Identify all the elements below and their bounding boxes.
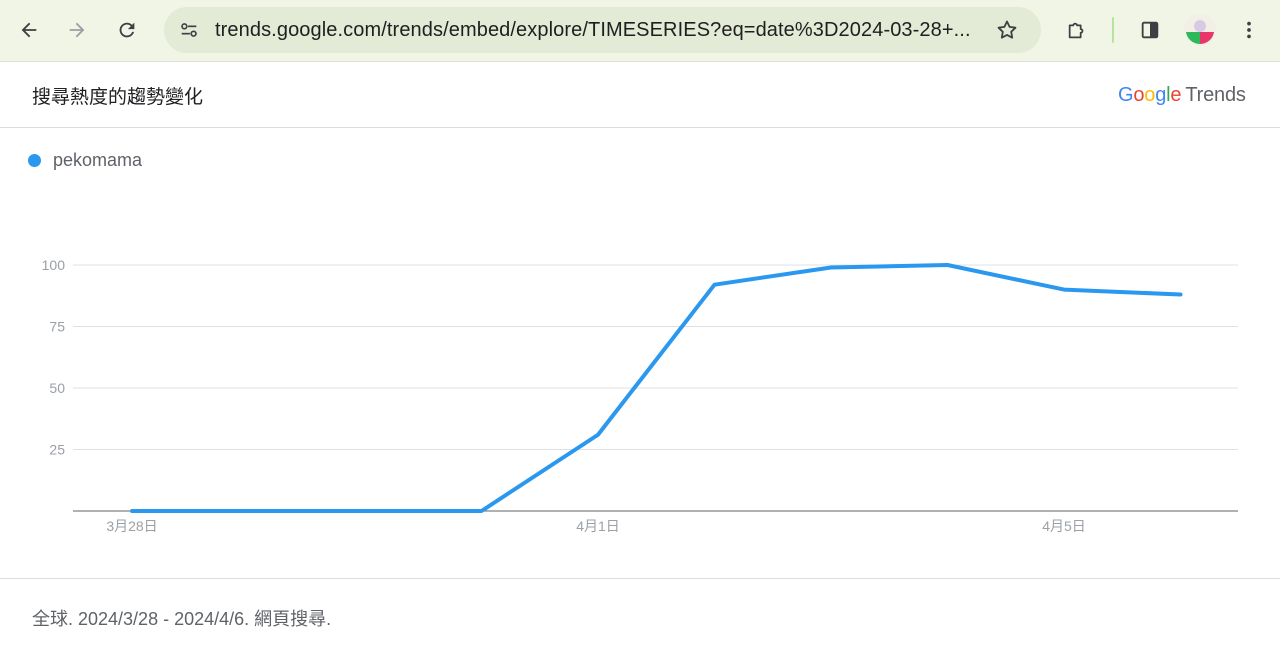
y-tick-label: 100 xyxy=(42,257,66,273)
url-text[interactable]: trends.google.com/trends/embed/explore/T… xyxy=(215,19,985,41)
address-bar[interactable]: trends.google.com/trends/embed/explore/T… xyxy=(164,7,1041,53)
browser-menu-button[interactable] xyxy=(1232,13,1266,47)
trends-wordmark: Trends xyxy=(1185,84,1246,106)
reload-button[interactable] xyxy=(110,13,144,47)
puzzle-icon xyxy=(1068,22,1084,39)
forward-button[interactable] xyxy=(60,13,94,47)
widget-footer: 全球. 2024/3/28 - 2024/4/6. 網頁搜尋. xyxy=(0,578,1280,650)
y-tick-label: 50 xyxy=(49,380,65,396)
widget-title: 搜尋熱度的趨勢變化 xyxy=(32,87,204,108)
profile-avatar[interactable] xyxy=(1184,14,1216,46)
google-trends-logo[interactable]: Google Trends xyxy=(1118,84,1246,107)
side-panel-icon xyxy=(1141,21,1159,39)
back-arrow-icon xyxy=(21,22,37,38)
more-vert-icon xyxy=(1247,21,1251,39)
y-tick-label: 25 xyxy=(49,442,65,458)
footer-description: 全球. 2024/3/28 - 2024/4/6. 網頁搜尋. xyxy=(32,609,332,629)
site-info-button[interactable] xyxy=(172,13,206,47)
back-button[interactable] xyxy=(12,13,46,47)
x-tick-label: 3月28日 xyxy=(106,518,157,534)
interest-over-time-chart[interactable]: 25 50 75 100 3月28日 4月1日 4月5日 xyxy=(0,230,1280,550)
google-wordmark: Google xyxy=(1118,84,1182,106)
y-tick-label: 75 xyxy=(49,319,65,335)
tune-icon xyxy=(181,23,197,37)
widget-header: 搜尋熱度的趨勢變化 Google Trends xyxy=(0,62,1280,128)
legend-label: pekomama xyxy=(53,149,143,170)
avatar-icon xyxy=(1184,14,1216,46)
side-panel-button[interactable] xyxy=(1133,13,1167,47)
legend-dot-icon xyxy=(28,153,41,167)
forward-arrow-icon xyxy=(69,22,85,38)
browser-toolbar: trends.google.com/trends/embed/explore/T… xyxy=(0,0,1280,62)
star-icon xyxy=(997,20,1017,39)
extensions-button[interactable] xyxy=(1060,13,1094,47)
toolbar-divider xyxy=(1112,17,1114,43)
chart-legend: pekomama xyxy=(28,148,142,172)
x-tick-label: 4月1日 xyxy=(576,518,620,534)
x-tick-label: 4月5日 xyxy=(1042,518,1086,534)
reload-icon xyxy=(119,22,135,38)
bookmark-star-button[interactable] xyxy=(990,13,1024,47)
